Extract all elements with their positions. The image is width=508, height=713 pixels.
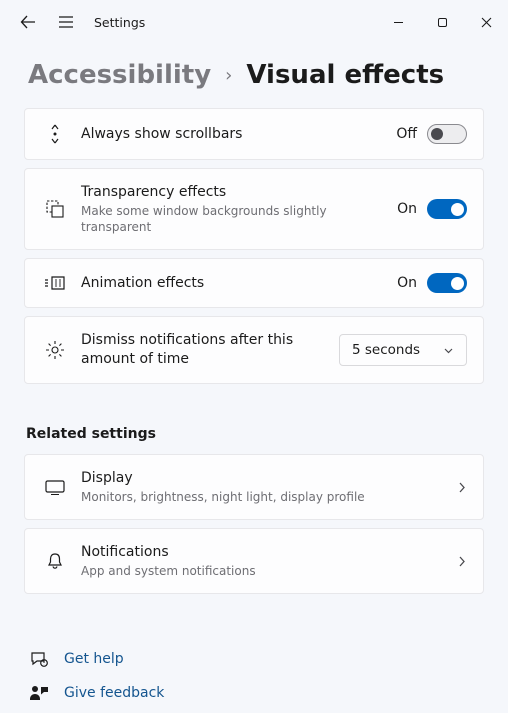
animation-toggle[interactable]	[427, 273, 467, 293]
get-help-link[interactable]: Get help	[28, 642, 480, 676]
give-feedback-link[interactable]: Give feedback	[28, 676, 480, 710]
row-title: Notifications	[81, 543, 456, 562]
toggle-state-label: On	[397, 275, 417, 291]
content-area: Always show scrollbars Off Transparency …	[0, 108, 508, 710]
scrollbars-toggle[interactable]	[427, 124, 467, 144]
row-subtitle: App and system notifications	[81, 563, 456, 579]
menu-button[interactable]	[56, 15, 76, 29]
toggle-state-label: On	[397, 201, 417, 217]
row-transparency-effects: Transparency effects Make some window ba…	[24, 168, 484, 250]
minimize-button[interactable]	[376, 7, 420, 37]
row-notifications-link[interactable]: Notifications App and system notificatio…	[24, 528, 484, 594]
row-dismiss-notifications: Dismiss notifications after this amount …	[24, 316, 484, 384]
window-title: Settings	[94, 15, 145, 30]
brightness-icon	[41, 339, 69, 361]
chevron-right-icon	[456, 481, 467, 494]
chevron-right-icon	[456, 555, 467, 568]
help-icon	[28, 650, 50, 668]
breadcrumb-current: Visual effects	[246, 60, 444, 90]
row-title: Transparency effects	[81, 183, 397, 202]
toggle-state-label: Off	[396, 126, 417, 142]
chevron-right-icon: ›	[225, 65, 232, 86]
maximize-button[interactable]	[420, 7, 464, 37]
titlebar: Settings	[0, 0, 508, 44]
breadcrumb: Accessibility › Visual effects	[0, 44, 508, 108]
back-button[interactable]	[18, 14, 38, 30]
chevron-down-icon	[443, 345, 454, 356]
scrollbars-icon	[41, 123, 69, 145]
dismiss-duration-select[interactable]: 5 seconds	[339, 334, 467, 366]
link-label: Give feedback	[64, 685, 164, 701]
row-title: Display	[81, 469, 456, 488]
help-links: Get help Give feedback	[24, 602, 484, 710]
row-title: Animation effects	[81, 274, 397, 293]
row-title: Dismiss notifications after this amount …	[81, 331, 339, 369]
feedback-icon	[28, 684, 50, 702]
row-always-show-scrollbars: Always show scrollbars Off	[24, 108, 484, 160]
transparency-icon	[41, 199, 69, 219]
breadcrumb-parent[interactable]: Accessibility	[28, 60, 211, 90]
select-value: 5 seconds	[352, 342, 420, 358]
row-animation-effects: Animation effects On	[24, 258, 484, 308]
animation-icon	[41, 275, 69, 291]
close-button[interactable]	[464, 7, 508, 37]
display-icon	[41, 479, 69, 495]
link-label: Get help	[64, 651, 124, 667]
section-related-settings: Related settings	[24, 392, 484, 454]
row-subtitle: Make some window backgrounds slightly tr…	[81, 203, 397, 235]
transparency-toggle[interactable]	[427, 199, 467, 219]
bell-icon	[41, 551, 69, 571]
row-title: Always show scrollbars	[81, 125, 396, 144]
row-display-link[interactable]: Display Monitors, brightness, night ligh…	[24, 454, 484, 520]
row-subtitle: Monitors, brightness, night light, displ…	[81, 489, 456, 505]
